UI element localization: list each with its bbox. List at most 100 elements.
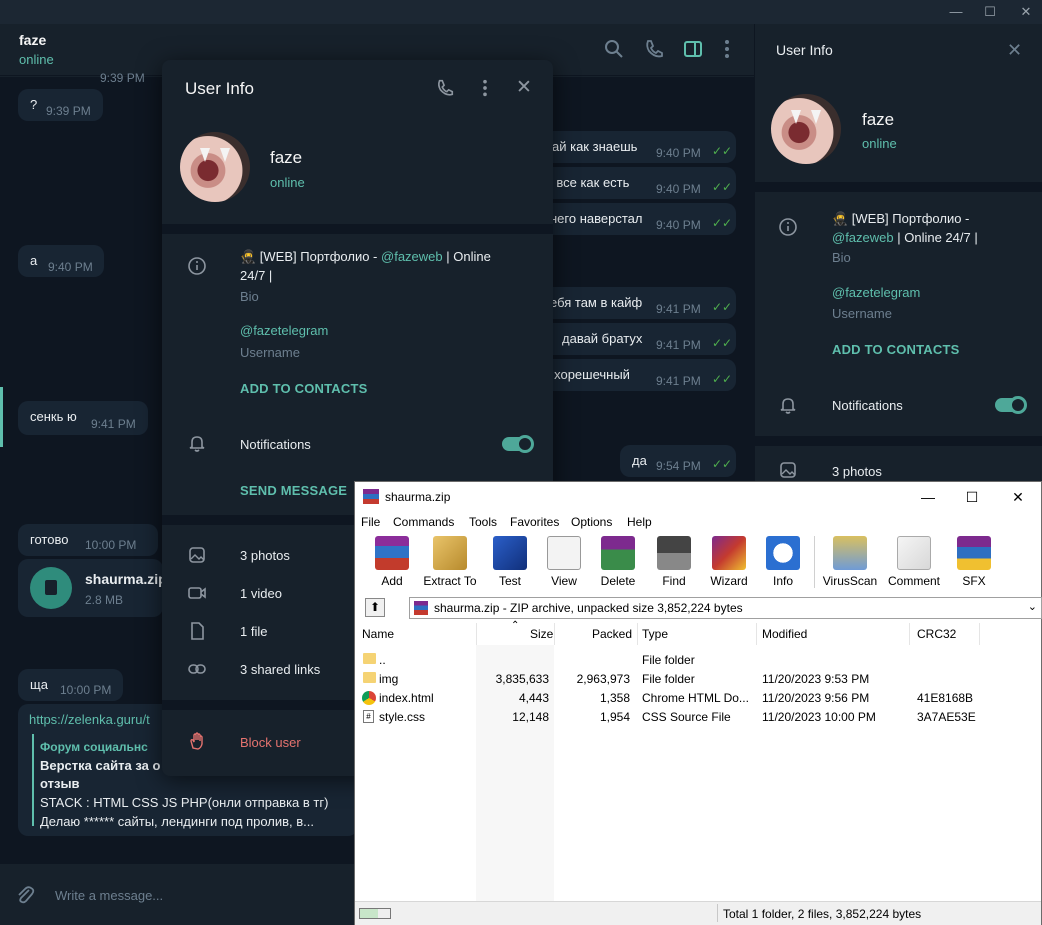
avatar[interactable] [771,94,841,164]
message-time: 9:39 PM [100,71,145,85]
media-row-file[interactable]: 1 file [240,624,267,639]
comment-button[interactable]: Comment [885,534,943,590]
more-menu-icon[interactable] [475,78,495,98]
file-name: shaurma.zip [85,571,167,587]
close-icon[interactable]: ✕ [1007,40,1022,61]
block-user-button[interactable]: Block user [240,735,301,750]
file-list[interactable]: Name ⌃ Size Packed Type Modified CRC32 .… [355,620,1041,901]
add-to-contacts-button[interactable]: ADD TO CONTACTS [832,342,959,357]
view-button[interactable]: View [535,534,593,590]
maximize-button[interactable]: ☐ [975,0,1005,24]
sidebar-toggle-icon[interactable] [682,38,704,60]
notifications-label: Notifications [832,398,903,413]
column-packed[interactable]: Packed [592,627,632,641]
block-hand-icon [190,732,203,750]
column-size[interactable]: Size [530,627,553,641]
read-check-icon: ✓✓ [712,457,733,471]
wizard-button[interactable]: Wizard [700,534,758,590]
phone-icon[interactable] [435,78,455,98]
info-button[interactable]: Info [754,534,812,590]
message-in[interactable]: ща 10:00 PM [18,669,123,701]
virusscan-icon [833,536,867,570]
avatar[interactable] [180,132,250,202]
message-link[interactable]: https://zelenka.guru/t [29,712,150,727]
bio-link[interactable]: @fazeweb [832,230,894,245]
test-icon [493,536,527,570]
user-status: online [270,175,305,190]
message-out[interactable]: да 9:54 PM ✓✓ [620,445,736,477]
table-row[interactable]: img 3,835,633 2,963,973 File folder 11/2… [355,669,1041,688]
column-crc32[interactable]: CRC32 [917,627,956,641]
add-button[interactable]: Add [363,534,421,590]
message-in[interactable]: готово 10:00 PM [18,524,158,556]
minimize-button[interactable]: — [905,482,951,512]
column-headers: Name ⌃ Size Packed Type Modified CRC32 [355,620,1041,645]
menu-options[interactable]: Options [571,515,612,529]
table-row[interactable]: .. File folder [355,650,1041,669]
attach-icon[interactable] [14,884,36,906]
media-row-photos[interactable]: 3 photos [240,548,290,563]
bio-link[interactable]: @fazeweb [381,249,443,264]
video-icon [188,587,206,599]
media-row-links[interactable]: 3 shared links [240,662,320,677]
divider [755,182,1042,192]
file-download-icon[interactable] [30,567,72,609]
telegram-titlebar: — ☐ ✕ [0,0,1042,24]
username[interactable]: @fazetelegram [240,323,328,338]
username[interactable]: @fazetelegram [832,285,920,300]
phone-icon[interactable] [643,38,665,60]
find-icon [657,536,691,570]
media-row-video[interactable]: 1 video [240,586,282,601]
unread-marker [0,387,3,447]
file-message[interactable]: shaurma.zip 2.8 MB [18,559,167,617]
table-row[interactable]: # style.css 12,148 1,954 CSS Source File… [355,707,1041,726]
photos-link[interactable]: 3 photos [832,464,882,479]
send-message-button[interactable]: SEND MESSAGE [240,483,347,498]
search-icon[interactable] [603,38,625,60]
winrar-app-icon [363,489,379,504]
more-menu-icon[interactable] [716,38,738,60]
close-button[interactable]: ✕ [995,482,1041,512]
column-name[interactable]: Name [362,627,394,641]
chat-status: online [19,52,54,67]
extract-to-button[interactable]: Extract To [421,534,479,590]
message-in[interactable]: сенкь ю 9:41 PM [18,401,148,435]
menu-favorites[interactable]: Favorites [510,515,559,529]
link-icon [188,664,206,674]
menu-help[interactable]: Help [627,515,652,529]
up-folder-button[interactable]: ⬆ [365,598,385,617]
close-button[interactable]: ✕ [1011,0,1041,24]
delete-button[interactable]: Delete [589,534,647,590]
bio-text: 🥷 [WEB] Портфолио - @fazeweb | Online 24… [240,249,491,283]
close-icon[interactable]: ✕ [516,76,532,99]
menu-file[interactable]: File [361,515,380,529]
maximize-button[interactable]: ☐ [949,482,995,512]
sfx-button[interactable]: SFX [945,534,1003,590]
drive-icon[interactable] [359,908,391,919]
message-input[interactable]: Write a message... [55,888,163,903]
notifications-toggle[interactable] [502,435,534,453]
window-title: shaurma.zip [385,490,451,504]
view-icon [547,536,581,570]
username-label: Username [240,345,300,360]
toolbar: Add Extract To Test View Delete Find Wiz… [355,532,1041,592]
archive-path-dropdown[interactable]: shaurma.zip - ZIP archive, unpacked size… [409,597,1042,619]
notifications-toggle[interactable] [995,396,1027,414]
table-row[interactable]: index.html 4,443 1,358 Chrome HTML Do...… [355,688,1041,707]
notifications-label: Notifications [240,437,311,452]
message-in[interactable]: а 9:40 PM [18,245,104,277]
add-to-contacts-button[interactable]: ADD TO CONTACTS [240,381,367,396]
virusscan-button[interactable]: VirusScan [821,534,879,590]
menu-commands[interactable]: Commands [393,515,454,529]
find-button[interactable]: Find [645,534,703,590]
message-in[interactable]: ? 9:39 PM [18,89,103,121]
column-type[interactable]: Type [642,627,668,641]
folder-icon [363,672,376,683]
column-modified[interactable]: Modified [762,627,807,641]
user-name: faze [862,110,895,129]
test-button[interactable]: Test [481,534,539,590]
minimize-button[interactable]: — [941,0,971,24]
menu-tools[interactable]: Tools [469,515,497,529]
wizard-icon [712,536,746,570]
dialog-title: User Info [185,79,254,98]
